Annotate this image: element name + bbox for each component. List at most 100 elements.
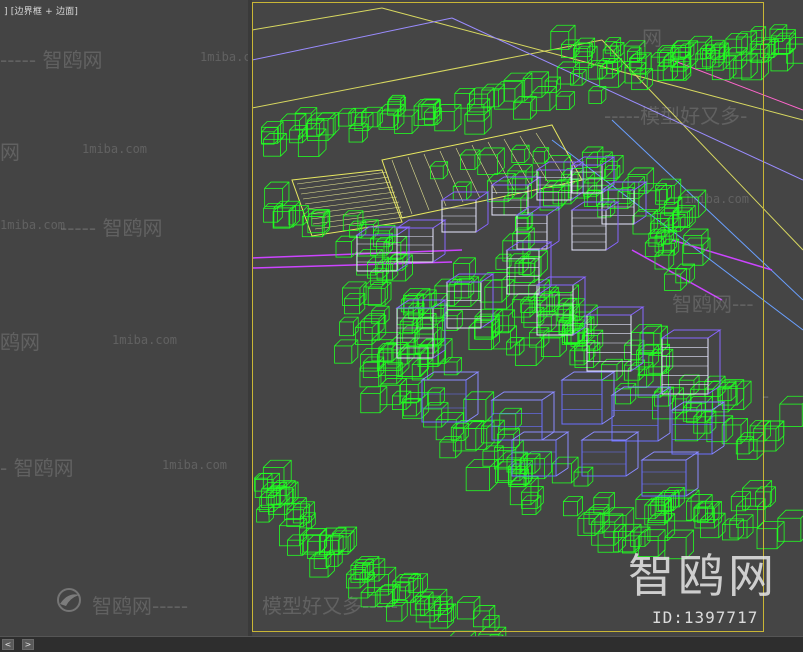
tree-box — [646, 167, 654, 175]
tree-box — [638, 176, 645, 183]
tree-box — [581, 69, 587, 74]
tree-box — [473, 596, 481, 603]
roof-line — [300, 181, 392, 195]
tree-box — [769, 486, 776, 493]
tree-box — [375, 587, 381, 593]
tree-box — [267, 473, 273, 479]
tree-box — [448, 284, 472, 307]
tree-box — [532, 151, 546, 164]
tree-box — [571, 456, 579, 465]
tree-box — [339, 321, 354, 337]
tree-box — [569, 350, 585, 366]
tree-box — [604, 41, 618, 54]
road-lines — [252, 239, 773, 301]
tree-box — [645, 52, 652, 59]
viewport-left[interactable]: ] [边界框 + 边面] ----- 智鸥网 1miba.com 网 1miba… — [0, 0, 265, 636]
tree-box — [597, 329, 604, 336]
tree-box — [616, 358, 623, 365]
tree-box — [396, 362, 403, 369]
roof-line — [407, 156, 430, 211]
tree-box — [655, 189, 668, 202]
watermark-domain: 1miba.com — [0, 218, 66, 232]
tree-box — [693, 374, 700, 381]
roof-line — [306, 196, 398, 210]
tree-box — [410, 600, 426, 616]
tree-box — [522, 78, 543, 98]
tree-box — [680, 214, 686, 220]
viewport-label[interactable]: ] [边界框 + 边面] — [4, 4, 78, 17]
tree-box — [673, 490, 679, 496]
roof-line — [298, 176, 390, 190]
tree-box — [498, 419, 505, 427]
building-box — [475, 223, 489, 233]
tree-box — [384, 305, 390, 312]
building-box — [711, 445, 725, 455]
building-box — [660, 329, 722, 339]
tree-box — [263, 138, 281, 157]
tree-box — [360, 393, 381, 414]
tree-box — [466, 181, 472, 187]
tree-box — [579, 298, 586, 305]
tree-box — [597, 531, 619, 553]
tree-box — [535, 337, 544, 346]
tree-box — [705, 494, 713, 502]
tree-box — [443, 361, 458, 376]
tree-box — [283, 459, 292, 468]
tree-box — [386, 605, 403, 622]
tree-box — [523, 312, 540, 328]
tree-box — [737, 518, 744, 525]
viewport-perspective[interactable]: 网 -----模型好又多- 1miba.com 智鸥网--- - 模型好又多--… — [252, 0, 803, 636]
tree-box — [401, 600, 408, 607]
tree-box — [689, 263, 695, 270]
next-button[interactable]: > — [22, 639, 34, 650]
tree-box — [299, 113, 307, 121]
tree-box — [627, 368, 648, 388]
building-box — [420, 371, 480, 381]
tree-box — [657, 65, 673, 81]
prev-button[interactable]: < — [2, 639, 14, 650]
tree-box — [355, 562, 374, 581]
tree-box — [625, 507, 635, 516]
tree-box — [371, 321, 379, 328]
tree-box — [465, 467, 490, 492]
building-box — [555, 467, 569, 477]
tree-box — [485, 391, 494, 400]
tree-box — [563, 501, 579, 517]
tree-box — [544, 147, 549, 152]
tree-box — [463, 399, 487, 423]
tree-box — [469, 257, 476, 264]
tree-box — [445, 338, 453, 346]
tree-box — [310, 107, 318, 114]
tree-box — [303, 205, 309, 211]
tree-box — [509, 483, 532, 506]
tree-box — [514, 81, 523, 90]
tree-box — [777, 509, 803, 542]
tree-box — [510, 325, 517, 333]
podium-roof — [381, 124, 583, 219]
roof-line — [455, 147, 481, 199]
tree-box — [573, 471, 589, 487]
tree-box — [411, 109, 419, 117]
tree-box — [347, 530, 355, 538]
tree-box — [456, 357, 462, 363]
tree-box — [388, 566, 397, 575]
building-box — [585, 306, 645, 316]
tree-box — [551, 463, 572, 484]
tree-box — [454, 283, 470, 299]
tree-box — [597, 146, 604, 153]
tree-box — [474, 320, 494, 340]
building-box — [541, 431, 555, 441]
tree-box — [701, 228, 709, 236]
watermark: 鸥网 — [0, 330, 40, 354]
tree-box — [755, 491, 771, 507]
tree-box — [706, 422, 727, 443]
3dsmax-workspace: ] [边界框 + 边面] ----- 智鸥网 1miba.com 网 1miba… — [0, 0, 803, 652]
tree-box — [614, 45, 619, 51]
tree-box — [484, 286, 507, 310]
tree-box — [746, 514, 754, 522]
tree-box — [288, 210, 304, 226]
tree-box — [616, 155, 624, 162]
tree-box — [693, 416, 711, 434]
tree-box — [497, 147, 505, 156]
tree-box — [406, 337, 415, 345]
